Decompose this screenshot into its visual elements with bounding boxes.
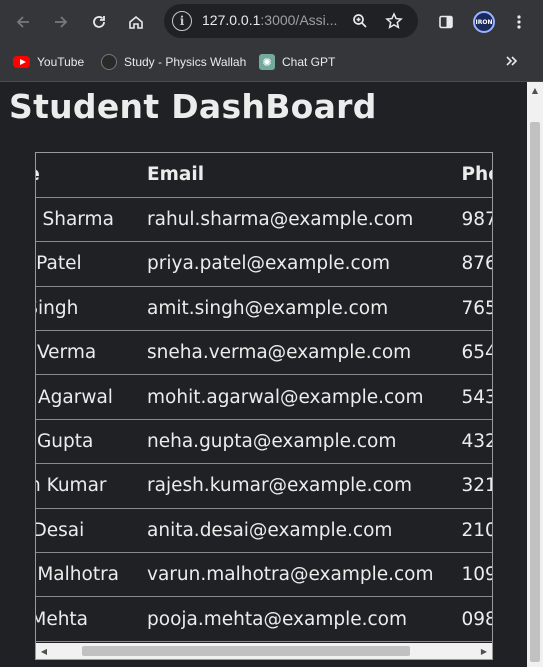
bookmark-physics-wallah[interactable]: Study - Physics Wallah [101,52,246,72]
scroll-left-arrow-icon[interactable]: ◀ [36,643,52,659]
table-row: un Malhotravarun.malhotra@example.com109 [36,552,492,598]
cell-phone: 210 [447,508,492,554]
page-title: Student DashBoard [9,87,377,126]
cell-name: ja Mehta [36,596,134,642]
forward-button[interactable] [47,8,75,36]
cell-email: priya.patel@example.com [133,241,448,287]
chatgpt-icon: ✺ [259,54,275,70]
bookmark-label: Study - Physics Wallah [124,55,247,69]
table-row: ha Vermasneha.verma@example.com654 [36,330,492,376]
horizontal-scrollbar[interactable]: ◀ ▶ [36,643,492,659]
vertical-scroll-thumb[interactable] [530,122,540,662]
table-row: ya Patelpriya.patel@example.com876 [36,241,492,287]
side-panel-icon [439,15,453,29]
url-text[interactable]: 127.0.0.1:3000/Assi... [202,12,344,28]
cell-name: ha Gupta [36,419,134,465]
cell-phone: 654 [447,330,492,376]
side-panel-button[interactable] [432,8,460,36]
cell-email: anita.desai@example.com [133,508,448,554]
cell-email: mohit.agarwal@example.com [133,374,448,420]
scroll-up-arrow-icon[interactable]: ▲ [527,82,543,98]
bookmarks-bar: YouTube Study - Physics Wallah ✺ Chat GP… [0,44,543,80]
cell-email: pooja.mehta@example.com [133,596,448,642]
more-bookmarks-button[interactable] [497,47,525,75]
table-header-row: me Email Pho [36,153,492,198]
address-bar[interactable]: i 127.0.0.1:3000/Assi... [164,4,418,38]
bookmark-youtube[interactable]: YouTube [13,52,84,72]
cell-phone: 543 [447,374,492,420]
column-header-email: Email [133,153,448,198]
more-vertical-icon [517,15,521,29]
home-button[interactable] [122,8,150,36]
bookmark-star-icon[interactable] [384,11,404,31]
page-vertical-scrollbar[interactable]: ▲ [527,82,543,667]
browser-toolbar: i 127.0.0.1:3000/Assi... IRON [0,0,543,44]
column-header-phone: Pho [447,153,492,198]
back-arrow-icon [16,16,29,28]
table-row: hit Agarwalmohit.agarwal@example.com543 [36,374,492,420]
horizontal-scroll-thumb[interactable] [82,646,410,656]
reload-button[interactable] [85,8,113,36]
scroll-right-arrow-icon[interactable]: ▶ [476,643,492,659]
cell-phone: 109 [447,552,492,598]
back-button[interactable] [9,8,37,36]
cell-email: sneha.verma@example.com [133,330,448,376]
cell-phone: 321 [447,463,492,509]
cell-email: rajesh.kumar@example.com [133,463,448,509]
cell-phone: 987 [447,197,492,243]
cell-email: amit.singh@example.com [133,286,448,332]
cell-name: un Malhotra [36,552,134,598]
browser-chrome: i 127.0.0.1:3000/Assi... IRON YouTube St… [0,0,543,82]
chevron-double-right-icon [506,56,518,66]
bookmark-label: Chat GPT [282,55,336,69]
cell-name: it Singh [36,286,134,332]
url-host: 127.0.0.1 [202,12,261,28]
cell-email: neha.gupta@example.com [133,419,448,465]
forward-arrow-icon [55,16,68,28]
zoom-icon[interactable] [350,11,370,31]
page-content: Student DashBoard me Email Pho hul Sharm… [0,82,527,667]
cell-email: varun.malhotra@example.com [133,552,448,598]
cell-phone: 098 [447,596,492,642]
cell-name: ha Verma [36,330,134,376]
column-header-name: me [36,153,134,198]
table-row: esh Kumarrajesh.kumar@example.com321 [36,463,492,509]
home-icon [129,15,143,29]
student-table-container[interactable]: me Email Pho hul Sharmarahul.sharma@exam… [35,152,493,660]
table-row: ja Mehtapooja.mehta@example.com098 [36,596,492,642]
cell-phone: 876 [447,241,492,287]
cell-name: ya Patel [36,241,134,287]
cell-name: ta Desai [36,508,134,554]
table-row: ta Desaianita.desai@example.com210 [36,508,492,554]
table-row: hul Sharmarahul.sharma@example.com987 [36,197,492,243]
bookmark-chatgpt[interactable]: ✺ Chat GPT [259,52,335,72]
cell-phone: 432 [447,419,492,465]
bookmark-label: YouTube [37,55,85,69]
reload-icon [93,16,105,28]
table-row: it Singhamit.singh@example.com765 [36,286,492,332]
student-table: me Email Pho hul Sharmarahul.sharma@exam… [36,153,492,642]
cell-name: hul Sharma [36,197,134,243]
table-row: ha Guptaneha.gupta@example.com432 [36,419,492,465]
physics-wallah-icon [101,54,117,70]
youtube-icon [13,56,30,68]
site-info-icon[interactable]: i [172,11,192,31]
cell-phone: 765 [447,286,492,332]
cell-name: hit Agarwal [36,374,134,420]
cell-email: rahul.sharma@example.com [133,197,448,243]
url-path: :3000/Assi... [260,12,338,28]
menu-button[interactable] [505,8,533,36]
cell-name: esh Kumar [36,463,134,509]
profile-avatar[interactable]: IRON [473,11,495,33]
